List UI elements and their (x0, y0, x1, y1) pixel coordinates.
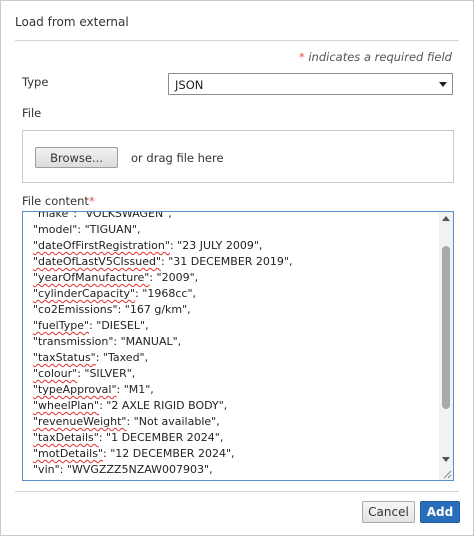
code-line: "vin": "WVGZZZ5NZAW007903", (33, 462, 437, 478)
required-note-text: indicates a required field (304, 50, 452, 64)
json-value: : "DIESEL", (89, 319, 149, 332)
code-line: "model": "TIGUAN", (33, 222, 437, 238)
file-content-lines: "make": "VOLKSWAGEN", "model": "TIGUAN", "… (33, 212, 437, 478)
file-content-label: File content* (22, 194, 95, 208)
code-line: "taxDetails": "1 DECEMBER 2024", (33, 430, 437, 446)
footer-divider (15, 491, 459, 492)
drag-file-text: or drag file here (131, 151, 224, 165)
chevron-down-icon (439, 82, 447, 87)
json-value: : "TIGUAN", (77, 223, 141, 236)
cancel-button[interactable]: Cancel (362, 501, 415, 523)
json-value: : "12 DECEMBER 2024", (103, 447, 235, 460)
code-line: "taxStatus": "Taxed", (33, 350, 437, 366)
code-line: "co2Emissions": "167 g/km", (33, 302, 437, 318)
load-from-external-dialog: Load from external * indicates a require… (0, 0, 474, 536)
code-line: "wheelPlan": "2 AXLE RIGID BODY", (33, 398, 437, 414)
json-key: "taxDetails" (33, 431, 99, 444)
json-value: : "167 g/km", (117, 303, 191, 316)
type-select[interactable]: JSON (168, 73, 453, 95)
code-line: "yearOfManufacture": "2009", (33, 270, 437, 286)
title-divider (15, 40, 459, 41)
code-line: "dateOfFirstRegistration": "23 JULY 2009… (33, 238, 437, 254)
code-line: "fuelType": "DIESEL", (33, 318, 437, 334)
json-key: "revenueWeight" (33, 415, 127, 428)
json-key: "model" (33, 223, 78, 236)
json-value: : "Not available", (126, 415, 220, 428)
json-key: "motDetails" (33, 447, 104, 460)
json-value: : "MANUAL", (113, 335, 182, 348)
code-line: "typeApproval": "M1", (33, 382, 437, 398)
json-value: : "31 DECEMBER 2019", (161, 255, 293, 268)
json-key: "co2Emissions" (33, 303, 118, 316)
code-line: "colour": "SILVER", (33, 366, 437, 382)
json-value: : "M1", (116, 383, 154, 396)
json-key: "wheelPlan" (33, 399, 100, 412)
code-line: "transmission": "MANUAL", (33, 334, 437, 350)
json-key: "yearOfManufacture" (33, 271, 150, 284)
json-key: "fuelType" (33, 319, 90, 332)
dialog-title: Load from external (15, 15, 129, 29)
json-value: : "Taxed", (95, 351, 149, 364)
json-key: "transmission" (33, 335, 114, 348)
scroll-up-arrow-icon[interactable] (442, 216, 450, 221)
json-value: : "1968cc", (135, 287, 197, 300)
json-key: "cylinderCapacity" (33, 287, 136, 300)
file-label: File (22, 106, 42, 120)
json-value: : "23 JULY 2009", (169, 239, 263, 252)
required-star: * (88, 194, 95, 208)
json-key: "colour" (33, 367, 78, 380)
code-line: "cylinderCapacity": "1968cc", (33, 286, 437, 302)
code-line: "motDetails": "12 DECEMBER 2024", (33, 446, 437, 462)
json-value: : "SILVER", (77, 367, 136, 380)
json-value: : "2 AXLE RIGID BODY", (99, 399, 228, 412)
type-label: Type (22, 75, 49, 89)
textarea-scrollbar[interactable] (439, 212, 453, 480)
code-line: "revenueWeight": "Not available", (33, 414, 437, 430)
json-key: "make" (33, 211, 74, 220)
json-key: "dateOfFirstRegistration" (33, 239, 170, 252)
json-key: "dateOfLastV5CIssued" (33, 255, 161, 268)
file-dropzone[interactable]: Browse... or drag file here (22, 130, 454, 183)
json-value: : "2009", (149, 271, 199, 284)
json-key: "taxStatus" (33, 351, 96, 364)
required-field-note: * indicates a required field (299, 50, 452, 64)
code-line: "dateOfLastV5CIssued": "31 DECEMBER 2019… (33, 254, 437, 270)
file-content-textarea[interactable]: "make": "VOLKSWAGEN", "model": "TIGUAN", "… (22, 211, 454, 481)
browse-button[interactable]: Browse... (35, 147, 118, 168)
json-key: "typeApproval" (33, 383, 117, 396)
json-value: : "1 DECEMBER 2024", (98, 431, 224, 444)
json-value: : "WVGZZZ5NZAW007903", (59, 463, 213, 476)
file-content-label-text: File content (22, 194, 89, 208)
add-button[interactable]: Add (420, 501, 460, 523)
code-line: "make": "VOLKSWAGEN", (33, 211, 437, 222)
json-value: : "VOLKSWAGEN", (73, 211, 172, 220)
json-key: "vin" (33, 463, 60, 476)
scroll-thumb[interactable] (442, 246, 450, 409)
scroll-down-arrow-icon[interactable] (442, 457, 450, 462)
resize-grip-icon[interactable] (442, 469, 452, 479)
type-select-value: JSON (175, 78, 204, 92)
